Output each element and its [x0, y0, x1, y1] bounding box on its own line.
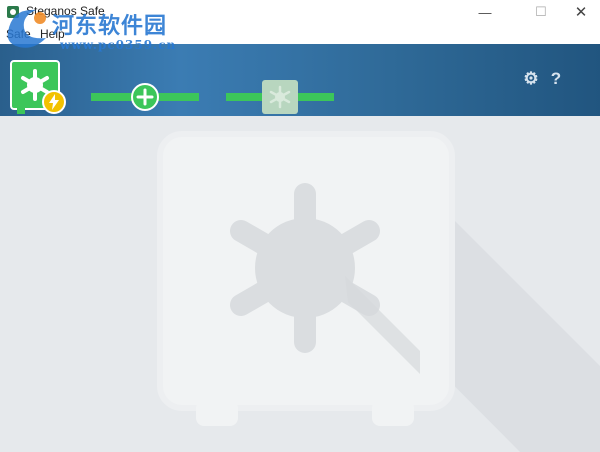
plus-icon	[136, 88, 154, 106]
app-window: Steganos Safe — ☐ ✕ Safe Help ⚙ ? 河东软件园 …	[0, 0, 600, 452]
menu-bar: Safe Help	[0, 24, 600, 44]
close-button[interactable]: ✕	[562, 0, 600, 24]
quick-open-bolt-icon[interactable]	[42, 90, 66, 114]
toolbar: ⚙ ?	[0, 44, 600, 116]
add-safe-button[interactable]	[131, 83, 159, 111]
gear-icon[interactable]: ⚙	[522, 70, 540, 88]
safe-area	[0, 116, 600, 452]
title-bar[interactable]: Steganos Safe — ☐ ✕	[0, 0, 600, 24]
minimize-button[interactable]: —	[462, 0, 508, 24]
safe-dial-icon	[269, 85, 291, 109]
empty-safe-illustration	[157, 131, 600, 452]
safe-foot	[17, 108, 25, 114]
window-title: Steganos Safe	[26, 4, 105, 18]
menu-safe[interactable]: Safe	[6, 27, 31, 41]
menu-help[interactable]: Help	[40, 27, 65, 41]
maximize-button[interactable]: ☐	[518, 0, 564, 24]
app-logo-icon	[7, 6, 19, 18]
placeholder-safe-tile[interactable]	[262, 80, 298, 114]
question-icon[interactable]: ?	[547, 70, 565, 88]
